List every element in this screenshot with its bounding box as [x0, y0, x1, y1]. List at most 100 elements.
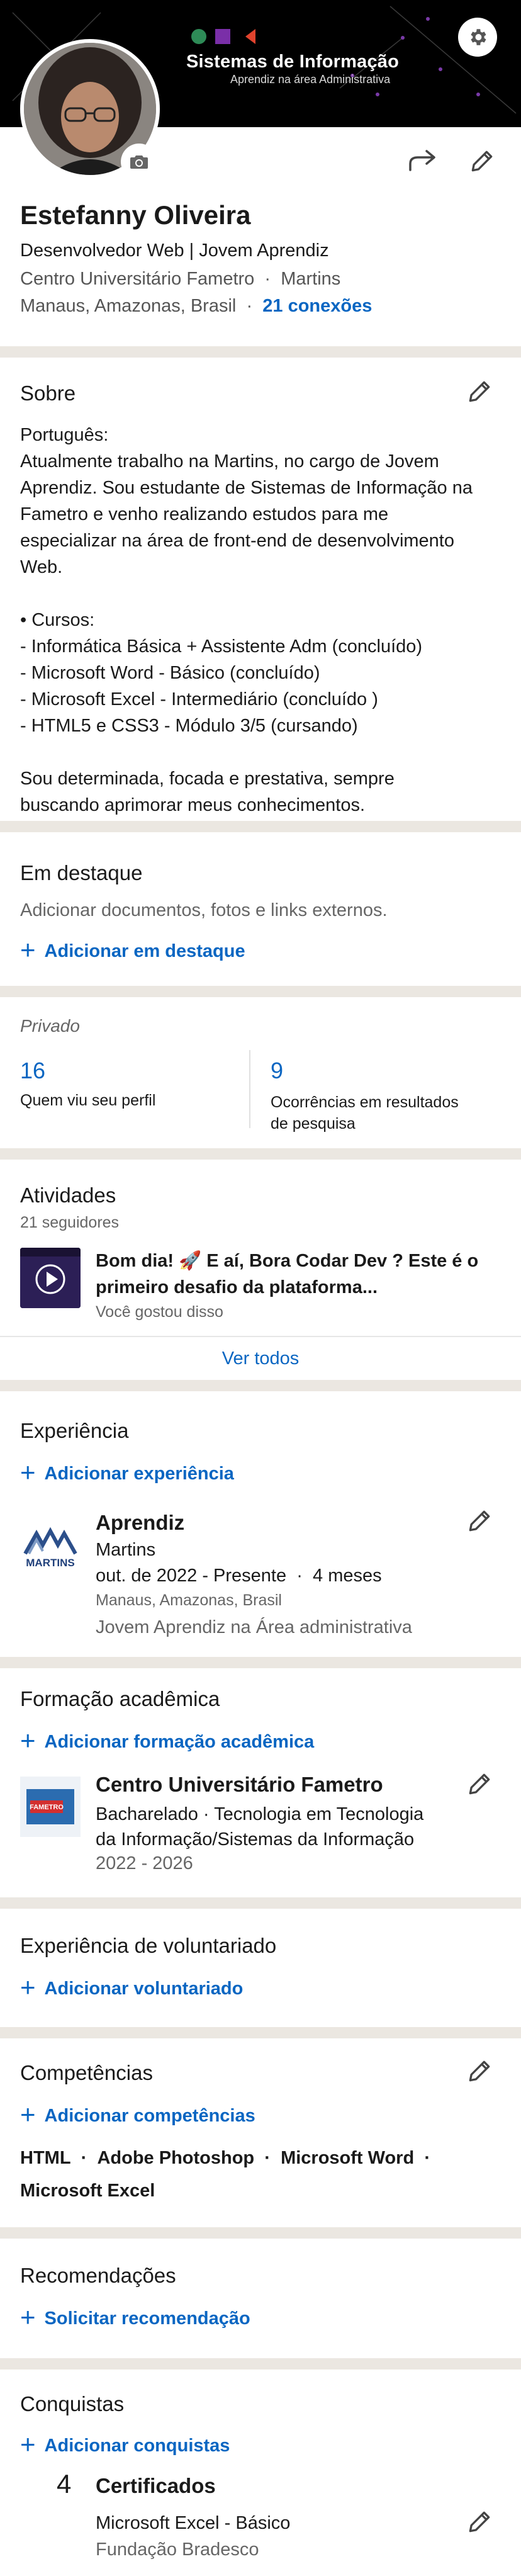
pencil-icon [469, 1510, 490, 1532]
skill-item[interactable]: Microsoft Word [281, 2148, 414, 2168]
degree-info: Bacharelado · Tecnologia em Tecnologia d… [96, 1802, 423, 1852]
edit-education-button[interactable] [466, 1770, 493, 1798]
connections-link[interactable]: 21 conexões [262, 296, 372, 316]
add-education-label: Adicionar formação acadêmica [44, 1731, 315, 1752]
profile-education[interactable]: Centro Universitário Fametro [20, 269, 254, 289]
profile-location: Manaus, Amazonas, Brasil [20, 296, 237, 316]
certificates-title[interactable]: Certificados [96, 2474, 216, 2498]
settings-button[interactable] [458, 18, 497, 57]
post-meta: Você gostou disso [96, 1303, 223, 1321]
see-all-activity-button[interactable]: Ver todos [0, 1337, 521, 1380]
skill-item[interactable]: HTML [20, 2148, 71, 2168]
experience-item[interactable]: Aprendiz Martins out. de 2022 - Presente… [96, 1511, 412, 1638]
section-divider [0, 2027, 521, 2038]
separator: · [264, 269, 271, 289]
post-thumbnail[interactable] [20, 1248, 81, 1308]
school-logo[interactable]: FAMETRO [20, 1777, 81, 1837]
plus-icon: + [20, 935, 36, 964]
section-divider [0, 986, 521, 997]
post-text-line: primeiro desafio da plataforma... [96, 1277, 378, 1297]
pencil-icon [469, 1773, 490, 1795]
plus-icon: + [20, 2429, 36, 2459]
add-volunteer-button[interactable]: + Adicionar voluntariado [20, 1972, 244, 2002]
skill-item[interactable]: Microsoft Excel [20, 2181, 155, 2201]
about-line: Fametro e venho realizando estudos para … [20, 504, 389, 524]
edit-certificate-button[interactable] [466, 2508, 493, 2536]
section-divider [0, 2358, 521, 2370]
about-line: • Cursos: [20, 610, 95, 630]
post-text-line: Bom dia! 🚀 E aí, Bora Codar Dev ? Este é… [96, 1251, 479, 1271]
share-icon [409, 150, 435, 171]
separator: · [81, 2148, 87, 2168]
about-line: especializar na área de front-end de des… [20, 531, 454, 551]
school-name: Centro Universitário Fametro [96, 1773, 383, 1796]
share-profile-button[interactable] [408, 149, 438, 177]
camera-icon [130, 155, 148, 169]
activity-title: Atividades [20, 1183, 116, 1207]
skill-item[interactable]: Adobe Photoshop [97, 2148, 254, 2168]
profile-name: Estefanny Oliveira [20, 200, 251, 230]
about-line: Web. [20, 557, 63, 577]
about-title: Sobre [20, 381, 76, 405]
profile-views-stat[interactable]: 16 Quem viu seu perfil [20, 1058, 234, 1110]
about-line: Atualmente trabalho na Martins, no cargo… [20, 451, 439, 472]
profile-views-label: Quem viu seu perfil [20, 1092, 156, 1109]
education-item[interactable]: Centro Universitário Fametro Bacharelado… [96, 1773, 423, 1874]
about-line [20, 739, 505, 765]
experience-dates: out. de 2022 - Presente [96, 1566, 287, 1586]
edit-skills-button[interactable] [466, 2057, 493, 2085]
search-appearances-label: Ocorrências em resultados de pesquisa [271, 1092, 510, 1134]
company-logo[interactable]: MARTINS [20, 1517, 81, 1578]
add-volunteer-label: Adicionar voluntariado [44, 1978, 244, 1999]
skills-title: Competências [20, 2061, 153, 2084]
about-line: Português: [20, 425, 109, 445]
add-education-button[interactable]: + Adicionar formação acadêmica [20, 1727, 315, 1755]
recommendations-title: Recomendações [20, 2264, 176, 2287]
add-accomplishments-button[interactable]: + Adicionar conquistas [20, 2429, 230, 2459]
pencil-icon [469, 2511, 490, 2533]
about-section: Sobre Português: Atualmente trabalho na M… [0, 358, 521, 821]
edit-experience-button[interactable] [466, 1507, 493, 1535]
about-line: Aprendiz. Sou estudante de Sistemas de I… [20, 478, 473, 498]
analytics-section: Privado 16 Quem viu seu perfil 9 Ocorrên… [0, 997, 521, 1148]
about-line: buscando aprimorar meus conhecimentos. [20, 795, 366, 815]
post-text[interactable]: Bom dia! 🚀 E aí, Bora Codar Dev ? Este é… [96, 1248, 498, 1301]
logo-text: FAMETRO [30, 1804, 64, 1811]
followers-count: 21 seguidores [20, 1214, 120, 1231]
edit-profile-button[interactable] [468, 147, 496, 178]
search-appearances-stat[interactable]: 9 Ocorrências em resultados de pesquisa [271, 1058, 510, 1134]
profile-location-row: Manaus, Amazonas, Brasil · 21 conexões [20, 296, 372, 317]
search-appearances-count: 9 [271, 1058, 284, 1083]
about-text: Português: Atualmente trabalho na Martins… [20, 422, 505, 818]
privacy-label: Privado [20, 1016, 80, 1036]
add-featured-button[interactable]: + Adicionar em destaque [20, 935, 245, 964]
add-featured-label: Adicionar em destaque [44, 941, 245, 961]
about-line: - Informática Básica + Assistente Adm (c… [20, 636, 423, 657]
profile-company[interactable]: Martins [281, 269, 340, 289]
experience-role: Aprendiz [96, 1511, 185, 1534]
separator: · [424, 2148, 430, 2168]
about-line [20, 580, 505, 607]
education-title: Formação acadêmica [20, 1687, 220, 1710]
accomplishments-title: Conquistas [20, 2392, 125, 2415]
add-experience-button[interactable]: + Adicionar experiência [20, 1459, 234, 1487]
change-photo-button[interactable] [121, 144, 157, 180]
section-divider [0, 821, 521, 832]
skills-list: HTML · Adobe Photoshop · Microsoft Word … [20, 2142, 498, 2207]
separator: · [264, 2148, 271, 2168]
add-skills-button[interactable]: + Adicionar competências [20, 2101, 255, 2129]
certificate-name[interactable]: Microsoft Excel - Básico [96, 2513, 290, 2534]
request-recommendation-button[interactable]: + Solicitar recomendação [20, 2304, 250, 2332]
volunteer-title: Experiência de voluntariado [20, 1934, 277, 1957]
profile-info: Estefanny Oliveira Desenvolvedor Web | J… [20, 200, 372, 317]
martins-logo-icon: MARTINS [23, 1527, 77, 1569]
featured-section: Em destaque Adicionar documentos, fotos … [0, 832, 521, 986]
experience-title: Experiência [20, 1419, 129, 1442]
featured-description: Adicionar documentos, fotos e links exte… [20, 900, 388, 920]
add-experience-label: Adicionar experiência [44, 1463, 234, 1484]
plus-icon: + [20, 1972, 36, 2002]
profile-views-count: 16 [20, 1058, 46, 1083]
add-skills-label: Adicionar competências [44, 2105, 255, 2126]
edit-about-button[interactable] [466, 378, 493, 405]
about-line: - Microsoft Word - Básico (concluído) [20, 663, 320, 683]
